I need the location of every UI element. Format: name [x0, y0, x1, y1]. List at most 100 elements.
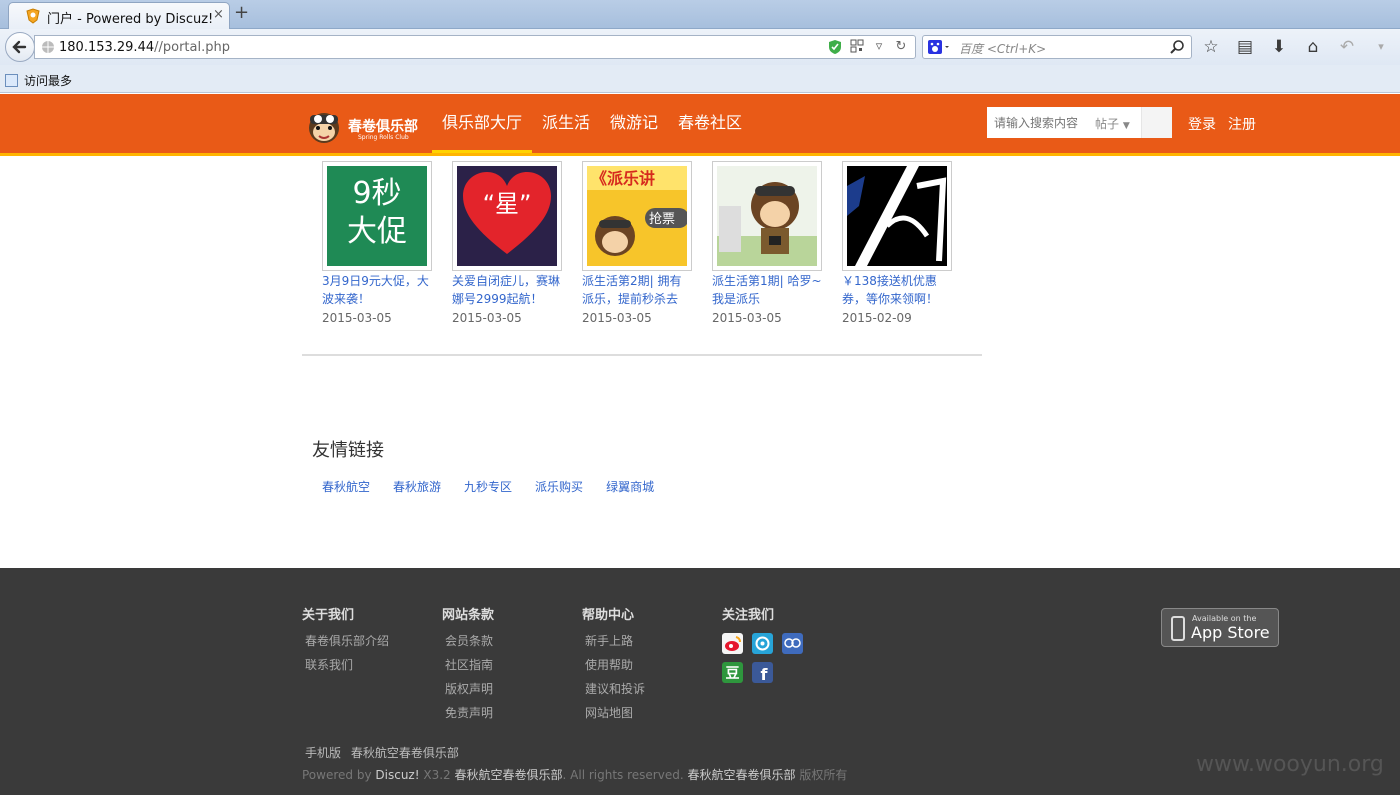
site-search-input[interactable] — [987, 107, 1092, 138]
address-bar[interactable]: 180.153.29.44//portal.php ▿ ↻ — [34, 35, 916, 59]
svg-text:抢票: 抢票 — [649, 211, 675, 227]
friend-link[interactable]: 派乐购买 — [535, 478, 583, 495]
nav-community[interactable]: 春卷社区 — [668, 94, 752, 153]
footer-about: 关于我们 春卷俱乐部介绍 联系我们 — [302, 604, 422, 677]
undo-icon[interactable]: ↶ — [1336, 37, 1358, 57]
new-tab-icon[interactable]: + — [234, 2, 249, 23]
article-title[interactable]: ￥138接送机优惠券，等你来领啊！ — [842, 272, 952, 308]
article-date: 2015-03-05 — [582, 311, 652, 325]
douban-icon[interactable]: 豆 — [722, 662, 743, 683]
browser-search-bar[interactable]: 百度 <Ctrl+K> — [922, 35, 1192, 59]
article-title[interactable]: 派生活第2期| 拥有派乐，提前秒杀去 — [582, 272, 692, 308]
footer-link[interactable]: 建议和投诉 — [582, 677, 702, 701]
folder-icon — [5, 74, 18, 87]
article-date: 2015-03-05 — [712, 311, 782, 325]
baidu-paw-icon[interactable] — [927, 39, 951, 55]
svg-text:《派乐讲: 《派乐讲 — [591, 169, 655, 188]
bookmarks-toolbar: 访问最多 — [0, 65, 1400, 93]
back-button[interactable] — [5, 32, 35, 62]
copyright-line: Powered by Discuz! X3.2 春秋航空春卷俱乐部. All r… — [302, 766, 847, 783]
site-search-button[interactable] — [1141, 107, 1172, 138]
appstore-caption: Available on the — [1192, 614, 1257, 623]
article-thumbnail[interactable] — [712, 161, 822, 271]
renren-icon[interactable] — [782, 633, 803, 654]
footer-link[interactable]: 春卷俱乐部介绍 — [302, 629, 422, 653]
menu-dropdown-icon[interactable]: ▾ — [1370, 37, 1392, 57]
footer-link[interactable]: 社区指南 — [442, 653, 562, 677]
search-type-select[interactable]: 帖子 ▼ — [1095, 115, 1130, 132]
home-icon[interactable]: ⌂ — [1302, 37, 1324, 57]
mobile-link[interactable]: 手机版 — [305, 746, 341, 760]
site-header: 春卷俱乐部 Spring Rolls Club 俱乐部大厅 派生活 微游记 春卷… — [0, 94, 1400, 156]
back-arrow-icon — [12, 40, 27, 54]
register-link[interactable]: 注册 — [1228, 114, 1256, 134]
bookmark-most-visited[interactable]: 访问最多 — [5, 72, 72, 89]
weibo-icon[interactable] — [722, 633, 743, 654]
article-date: 2015-02-09 — [842, 311, 912, 325]
nav-pai-life[interactable]: 派生活 — [532, 94, 600, 153]
site-search: 帖子 ▼ — [987, 107, 1172, 138]
footer-link[interactable]: 版权声明 — [442, 677, 562, 701]
search-placeholder: 百度 <Ctrl+K> — [959, 42, 1047, 56]
globe-icon — [42, 41, 54, 53]
main-nav: 俱乐部大厅 派生活 微游记 春卷社区 — [432, 94, 752, 153]
watermark: www.wooyun.org — [1196, 752, 1384, 777]
footer-terms: 网站条款 会员条款 社区指南 版权声明 免责声明 — [442, 604, 562, 725]
article-thumbnail[interactable]: 9秒 大促 — [322, 161, 432, 271]
nav-club-hall[interactable]: 俱乐部大厅 — [432, 94, 533, 153]
app-store-badge[interactable]: Available on the App Store — [1161, 608, 1279, 647]
search-icon[interactable] — [1169, 39, 1185, 55]
qr-code-icon[interactable] — [849, 39, 865, 55]
company-link[interactable]: 春秋航空春卷俱乐部 — [455, 768, 563, 782]
footer-heading: 关注我们 — [722, 608, 775, 623]
download-icon[interactable]: ⬇ — [1268, 37, 1290, 57]
company-link-2[interactable]: 春秋航空春卷俱乐部 — [687, 768, 795, 782]
friend-link[interactable]: 绿翼商城 — [606, 478, 654, 495]
article-card: “星” 关爱自闭症儿，赛琳娜号2999起航！ 2015-03-05 — [452, 161, 562, 325]
content-divider — [302, 354, 982, 356]
article-title[interactable]: 派生活第1期| 哈罗~我是派乐 — [712, 272, 822, 308]
friend-link[interactable]: 九秒专区 — [464, 478, 512, 495]
friend-link[interactable]: 春秋旅游 — [393, 478, 441, 495]
logo-text: 春卷俱乐部 — [348, 119, 418, 135]
reload-icon[interactable]: ↻ — [893, 39, 909, 55]
logo-subtitle: Spring Rolls Club — [358, 134, 409, 141]
site-name-link[interactable]: 春秋航空春卷俱乐部 — [351, 746, 459, 760]
nav-micro-travel[interactable]: 微游记 — [600, 94, 668, 153]
article-card: 派生活第1期| 哈罗~我是派乐 2015-03-05 — [712, 161, 822, 325]
footer-heading: 网站条款 — [442, 608, 495, 623]
footer-link[interactable]: 新手上路 — [582, 629, 702, 653]
site-logo[interactable]: 春卷俱乐部 Spring Rolls Club — [302, 106, 424, 146]
footer-link[interactable]: 网站地图 — [582, 701, 702, 725]
article-thumbnail[interactable]: “星” — [452, 161, 562, 271]
shield-icon[interactable] — [827, 39, 843, 55]
tab-title: 门户 - Powered by Discuz! — [47, 12, 214, 27]
svg-text:f: f — [761, 665, 769, 683]
article-thumbnail[interactable] — [842, 161, 952, 271]
facebook-icon[interactable]: f — [752, 662, 773, 684]
article-title[interactable]: 关爱自闭症儿，赛琳娜号2999起航！ — [452, 272, 562, 308]
article-thumbnail[interactable]: 《派乐讲 抢票 — [582, 161, 692, 271]
footer-heading: 帮助中心 — [582, 608, 635, 623]
footer-links-line: 手机版 春秋航空春卷俱乐部 — [305, 744, 465, 761]
dropdown-arrow-icon[interactable]: ▿ — [871, 39, 887, 55]
footer-link[interactable]: 联系我们 — [302, 653, 422, 677]
chevron-down-icon: ▼ — [1122, 121, 1130, 131]
friend-links: 春秋航空 春秋旅游 九秒专区 派乐购买 绿翼商城 — [322, 478, 654, 495]
svg-text:豆: 豆 — [726, 666, 740, 682]
tencent-weibo-icon[interactable] — [752, 633, 773, 654]
article-title[interactable]: 3月9日9元大促，大波来袭！ — [322, 272, 432, 308]
browser-tab[interactable]: 门户 - Powered by Discuz! × — [8, 2, 230, 29]
reading-list-icon[interactable]: ▤ — [1234, 37, 1256, 57]
footer-link[interactable]: 免责声明 — [442, 701, 562, 725]
footer-link[interactable]: 使用帮助 — [582, 653, 702, 677]
footer-link[interactable]: 会员条款 — [442, 629, 562, 653]
login-link[interactable]: 登录 — [1188, 114, 1216, 134]
friend-link[interactable]: 春秋航空 — [322, 478, 370, 495]
bookmark-star-icon[interactable]: ☆ — [1200, 37, 1222, 57]
article-card: 《派乐讲 抢票 派生活第2期| 拥有派乐，提前秒杀去 2015-03-05 — [582, 161, 692, 325]
close-tab-icon[interactable]: × — [213, 7, 224, 22]
footer-heading: 关于我们 — [302, 608, 355, 623]
article-date: 2015-03-05 — [452, 311, 522, 325]
discuz-link[interactable]: Discuz! — [375, 768, 419, 782]
